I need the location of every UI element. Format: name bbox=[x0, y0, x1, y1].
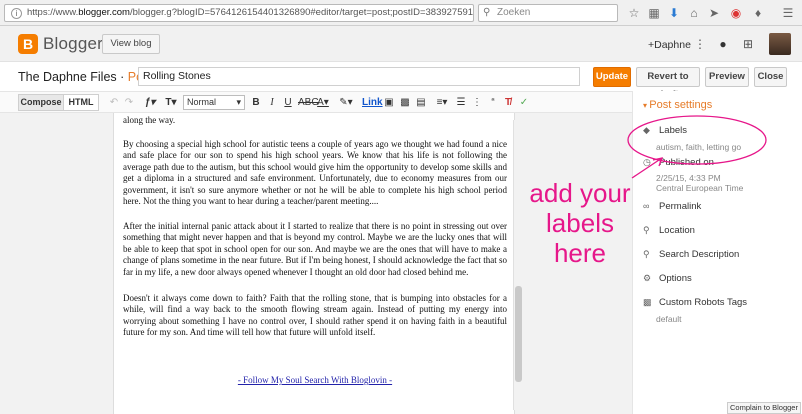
annotation-line-2: labels bbox=[546, 208, 614, 238]
annotation-line-3: here bbox=[553, 238, 607, 268]
annotation-overlay bbox=[627, 115, 767, 179]
labels-highlight-ellipse bbox=[627, 115, 767, 165]
annotation-arrow bbox=[631, 157, 663, 179]
annotation-line-1: add your bbox=[529, 178, 631, 208]
annotation-text: add your labels here bbox=[520, 178, 640, 268]
complain-button[interactable]: Complain to Blogger bbox=[727, 402, 801, 414]
